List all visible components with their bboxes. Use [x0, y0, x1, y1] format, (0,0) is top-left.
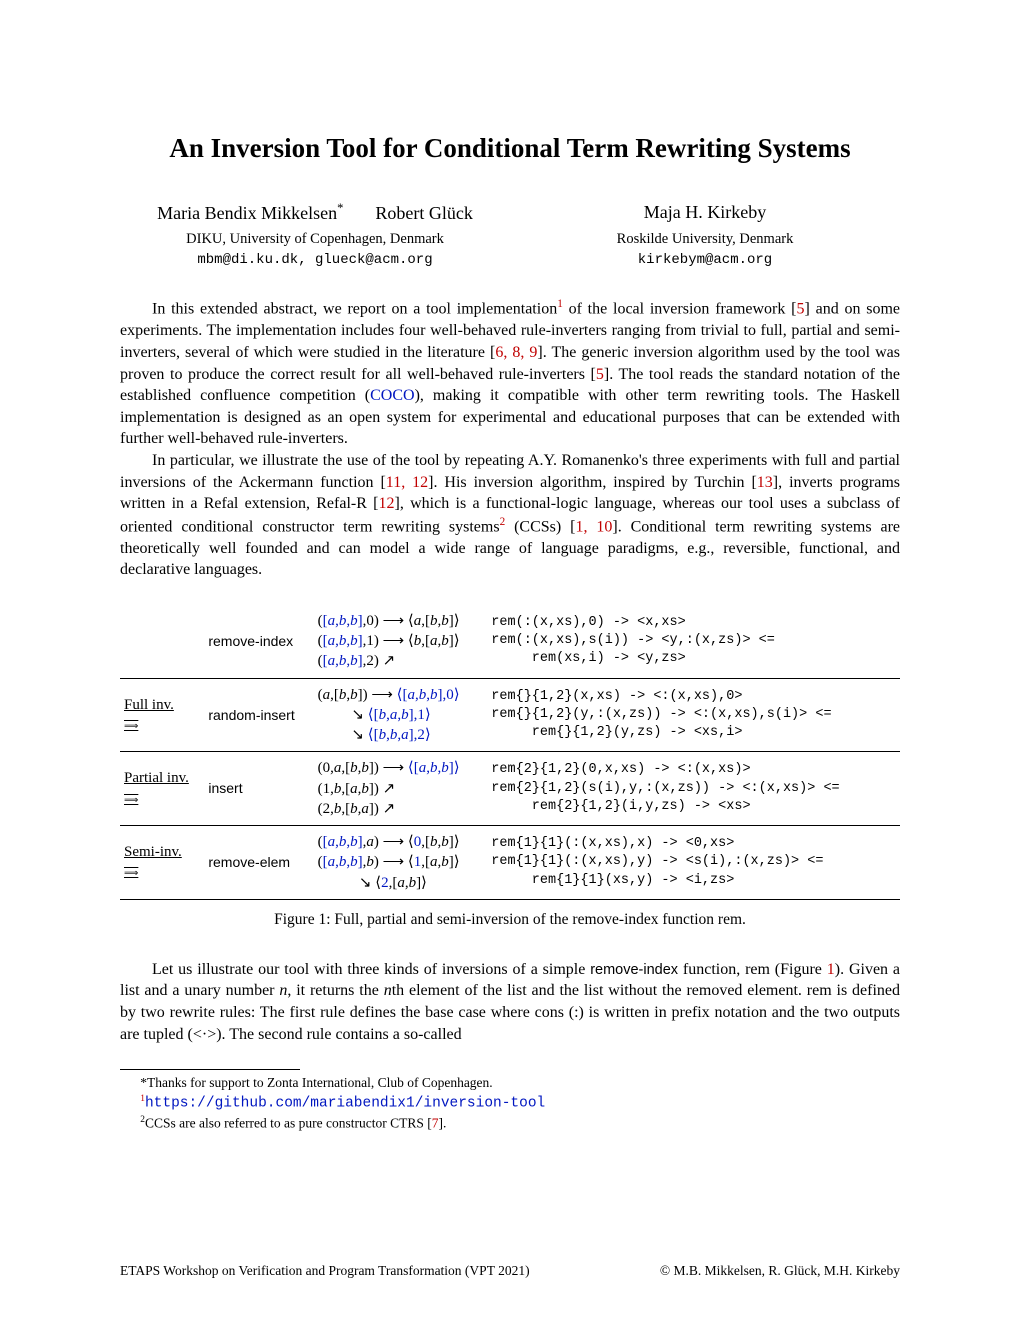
affiliation-email: mbm@di.ku.dk, glueck@acm.org — [197, 252, 432, 268]
citation[interactable]: 7 — [432, 1115, 439, 1130]
footnote-separator — [120, 1069, 300, 1070]
affiliation-row: DIKU, University of Copenhagen, Denmark … — [120, 230, 900, 269]
footnotes: *Thanks for support to Zonta Internation… — [120, 1074, 900, 1133]
code-example: rem{}{1,2}(x,xs) -> <:(x,xs),0> rem{}{1,… — [487, 678, 900, 752]
figure-1: remove-index ([a,b,b],0) ⟶ ⟨a,[b,b]⟩ ([a… — [120, 605, 900, 931]
inv-label: Partial inv.⟹ — [120, 752, 204, 826]
footer-right: © M.B. Mikkelsen, R. Glück, M.H. Kirkeby — [660, 1262, 900, 1280]
citation[interactable]: 6, 8, 9 — [495, 344, 537, 361]
code-example: rem{2}{1,2}(0,x,xs) -> <:(x,xs)> rem{2}{… — [487, 752, 900, 826]
coco-link[interactable]: COCO — [370, 387, 414, 404]
figure-ref[interactable]: 1 — [827, 961, 835, 978]
inv-label — [120, 605, 204, 678]
inv-label: Full inv.⟹ — [120, 678, 204, 752]
page-footer: ETAPS Workshop on Verification and Progr… — [120, 1262, 900, 1280]
citation[interactable]: 12 — [379, 495, 395, 512]
math-example: (0,a,[b,b]) ⟶ ⟨[a,b,b]⟩ (1,b,[a,b]) ↗ (2… — [314, 752, 488, 826]
section-label: insert — [204, 752, 313, 826]
author-row: Maria Bendix Mikkelsen* Robert Glück Maj… — [120, 200, 900, 226]
citation[interactable]: 11, 12 — [386, 474, 428, 491]
affiliation-email: kirkebym@acm.org — [638, 252, 772, 268]
figure-caption: Figure 1: Full, partial and semi-inversi… — [120, 910, 900, 931]
footnote-star: *Thanks for support to Zonta Internation… — [120, 1074, 900, 1093]
citation[interactable]: 1, 10 — [575, 518, 612, 535]
math-example: (a,[b,b]) ⟶ ⟨[a,b,b],0⟩ ↘ ⟨[b,a,b],1⟩ ↘ … — [314, 678, 488, 752]
math-example: ([a,b,b],a) ⟶ ⟨0,[b,b]⟩ ([a,b,b],b) ⟶ ⟨1… — [314, 826, 488, 900]
inv-label: Semi-inv.⟹ — [120, 826, 204, 900]
footer-left: ETAPS Workshop on Verification and Progr… — [120, 1262, 530, 1280]
section-label: remove-elem — [204, 826, 313, 900]
footnote-2: 2CCSs are also referred to as pure const… — [120, 1114, 900, 1133]
affiliation-org: DIKU, University of Copenhagen, Denmark — [186, 231, 444, 247]
math-example: ([a,b,b],0) ⟶ ⟨a,[b,b]⟩ ([a,b,b],1) ⟶ ⟨b… — [314, 605, 488, 678]
author-name: Maja H. Kirkeby — [644, 202, 766, 222]
abstract-body: In this extended abstract, we report on … — [120, 297, 900, 580]
footnote-url[interactable]: https://github.com/mariabendix1/inversio… — [145, 1096, 545, 1112]
section-label: remove-index — [204, 605, 313, 678]
affiliation-org: Roskilde University, Denmark — [617, 231, 794, 247]
code-example: rem{1}{1}(:(x,xs),x) -> <0,xs> rem{1}{1}… — [487, 826, 900, 900]
citation[interactable]: 13 — [757, 474, 773, 491]
code-example: rem(:(x,xs),0) -> <x,xs> rem(:(x,xs),s(i… — [487, 605, 900, 678]
section-label: random-insert — [204, 678, 313, 752]
citation[interactable]: 5 — [596, 366, 604, 383]
paper-title: An Inversion Tool for Conditional Term R… — [120, 130, 900, 166]
author-name: Robert Glück — [375, 203, 472, 223]
author-name: Maria Bendix Mikkelsen* — [157, 203, 343, 223]
footnote-1: 1https://github.com/mariabendix1/inversi… — [120, 1093, 900, 1114]
body-paragraph: Let us illustrate our tool with three ki… — [120, 959, 900, 1045]
